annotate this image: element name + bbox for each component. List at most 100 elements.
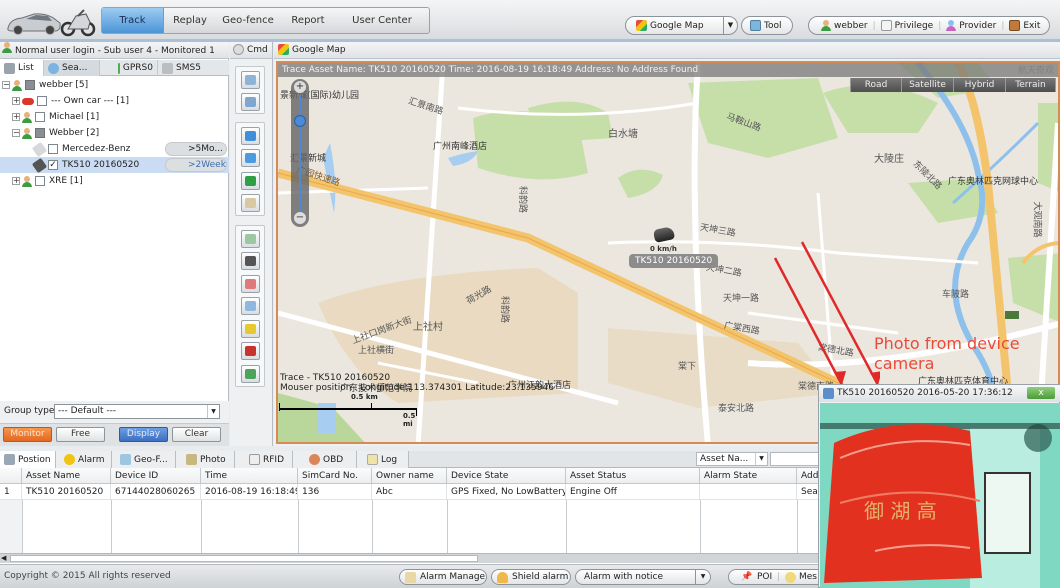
col-header-owner-name[interactable]: Owner name	[372, 468, 447, 484]
user-link-webber[interactable]: webber	[834, 21, 868, 31]
provider-link[interactable]: Provider	[959, 21, 996, 31]
tab-search[interactable]: Sea...	[44, 60, 100, 76]
tree-checkbox[interactable]	[35, 176, 45, 186]
free-button[interactable]: Free	[56, 427, 105, 442]
col-header-device-id[interactable]: Device ID	[111, 468, 201, 484]
tab-geo-fence[interactable]: Geo-F...	[112, 451, 176, 468]
tree-node-own-car[interactable]: + --- Own car --- [1]	[0, 93, 229, 109]
search-input[interactable]	[770, 452, 820, 466]
clear-button[interactable]: Clear	[172, 427, 221, 442]
export-command-button[interactable]	[241, 275, 260, 293]
vehicle-speed: 0 km/h	[650, 245, 677, 253]
network-command-button[interactable]	[241, 297, 260, 315]
clipboard-command-button[interactable]	[241, 194, 260, 212]
tree-checkbox[interactable]	[25, 80, 35, 90]
vehicle-label[interactable]: TK510 20160520	[629, 254, 719, 268]
cmd-group-1	[235, 66, 265, 114]
col-header-address[interactable]: Add	[797, 468, 820, 484]
tree-node-michael[interactable]: + Michael [1]	[0, 109, 229, 125]
nav-tab-replay[interactable]: Replay	[164, 8, 216, 33]
tree-checkbox[interactable]	[35, 112, 45, 122]
photo-window-titlebar[interactable]: TK510 20160520 2016-05-20 17:36:12	[819, 385, 1060, 402]
send-command-button[interactable]	[241, 127, 260, 145]
call-command-button[interactable]	[241, 172, 260, 190]
zoom-out-icon[interactable]: −	[294, 212, 306, 224]
close-button[interactable]: x	[1027, 387, 1055, 399]
tree-node-tk510[interactable]: ✓ TK510 20160520 >2Week	[0, 157, 229, 173]
map-type-satellite[interactable]: Satellite	[902, 78, 954, 92]
search-field-select[interactable]: Asset Na... ▼	[696, 452, 768, 466]
col-header-time[interactable]: Time	[201, 468, 298, 484]
collapse-icon[interactable]: −	[12, 129, 20, 137]
col-header-simcard[interactable]: SimCard No.	[298, 468, 372, 484]
expand-icon[interactable]: +	[12, 177, 20, 185]
tab-rfid[interactable]: RFID	[235, 451, 293, 468]
expand-icon[interactable]: +	[12, 97, 20, 105]
device-photo-window[interactable]: TK510 20160520 2016-05-20 17:36:12 x 御 湖…	[818, 384, 1060, 588]
display-button[interactable]: Display	[119, 427, 168, 442]
geofence-command-button[interactable]	[241, 230, 260, 248]
tab-obd[interactable]: OBD	[293, 451, 357, 468]
nav-tab-geo-fence[interactable]: Geo-fence	[216, 8, 280, 33]
group-type-select[interactable]: --- Default --- ▼	[54, 404, 220, 419]
scrollbar-thumb[interactable]	[10, 555, 478, 562]
privilege-link[interactable]: Privilege	[895, 21, 934, 31]
window-command-button[interactable]	[241, 93, 260, 111]
tree-checkbox[interactable]	[37, 96, 47, 106]
col-header-asset-name[interactable]: Asset Name	[22, 468, 111, 484]
tree-checkbox[interactable]	[48, 144, 58, 154]
tree-node-webber[interactable]: − webber [5]	[0, 77, 229, 93]
col-header-device-state[interactable]: Device State	[447, 468, 566, 484]
cmd-label: Cmd	[247, 45, 268, 55]
shield-alarm-button[interactable]: Shield alarm	[491, 569, 571, 585]
tree-checkbox-checked[interactable]: ✓	[48, 160, 58, 170]
poi-button[interactable]: POI	[757, 570, 772, 584]
tree-node-webber-group[interactable]: − Webber [2]	[0, 125, 229, 141]
col-header-asset-status[interactable]: Asset Status	[566, 468, 700, 484]
map-type-terrain[interactable]: Terrain	[1006, 78, 1056, 92]
horizontal-scrollbar[interactable]: ◀	[0, 553, 820, 563]
zoom-slider[interactable]: + −	[291, 79, 309, 227]
group-command-button[interactable]	[241, 320, 260, 338]
nav-tab-track[interactable]: Track	[102, 8, 164, 33]
chevron-down-icon[interactable]: ▼	[723, 17, 737, 34]
grid-header: Asset Name Device ID Time SimCard No. Ow…	[0, 468, 820, 484]
photo-icon	[186, 454, 197, 465]
scale-km-label: 0.5 km	[351, 393, 378, 401]
tree-node-mercedez-benz[interactable]: Mercedez-Benz >5Mo...	[0, 141, 229, 157]
tab-photo[interactable]: Photo	[176, 451, 235, 468]
col-header-alarm-state[interactable]: Alarm State	[700, 468, 797, 484]
message-button[interactable]: Mes	[799, 570, 817, 584]
tab-alarm[interactable]: Alarm	[56, 451, 112, 468]
tab-position[interactable]: Postion	[0, 451, 56, 468]
table-row[interactable]: 1 TK510 20160520 67144028060265 2016-08-…	[0, 484, 820, 500]
alarm-manage-button[interactable]: Alarm Manage	[399, 569, 487, 585]
tab-list[interactable]: List	[0, 60, 44, 76]
locate-command-button[interactable]	[241, 71, 260, 89]
scroll-left-icon[interactable]: ◀	[1, 554, 6, 563]
monitor-button[interactable]: Monitor	[3, 427, 52, 442]
nav-tab-report[interactable]: Report	[280, 8, 336, 33]
driver-command-button[interactable]	[241, 365, 260, 383]
tree-checkbox[interactable]	[35, 128, 45, 138]
expand-icon[interactable]: +	[12, 113, 20, 121]
tab-sms[interactable]: SMS5	[158, 60, 210, 76]
tree-node-xre[interactable]: + XRE [1]	[0, 173, 229, 189]
tab-log[interactable]: Log	[357, 451, 409, 468]
collapse-icon[interactable]: −	[2, 81, 10, 89]
map-type-road[interactable]: Road	[850, 78, 902, 92]
zoom-thumb[interactable]	[294, 115, 306, 127]
tab-gprs[interactable]: GPRS0	[100, 60, 158, 76]
alarm-mode-select[interactable]: Alarm with notice ▼	[575, 569, 711, 585]
shield-alarm-label: Shield alarm	[512, 572, 569, 582]
nav-tab-user-center[interactable]: User Center	[336, 8, 428, 33]
exit-link[interactable]: Exit	[1023, 21, 1040, 31]
user-icon	[22, 111, 32, 123]
vehicle-command-button[interactable]	[241, 342, 260, 360]
map-provider-select[interactable]: Google Map ▼	[625, 16, 738, 35]
tool-button[interactable]: Tool	[741, 16, 793, 35]
map-type-hybrid[interactable]: Hybrid	[954, 78, 1006, 92]
sim-command-button[interactable]	[241, 252, 260, 270]
forward-command-button[interactable]	[241, 149, 260, 167]
zoom-in-icon[interactable]: +	[294, 81, 306, 93]
